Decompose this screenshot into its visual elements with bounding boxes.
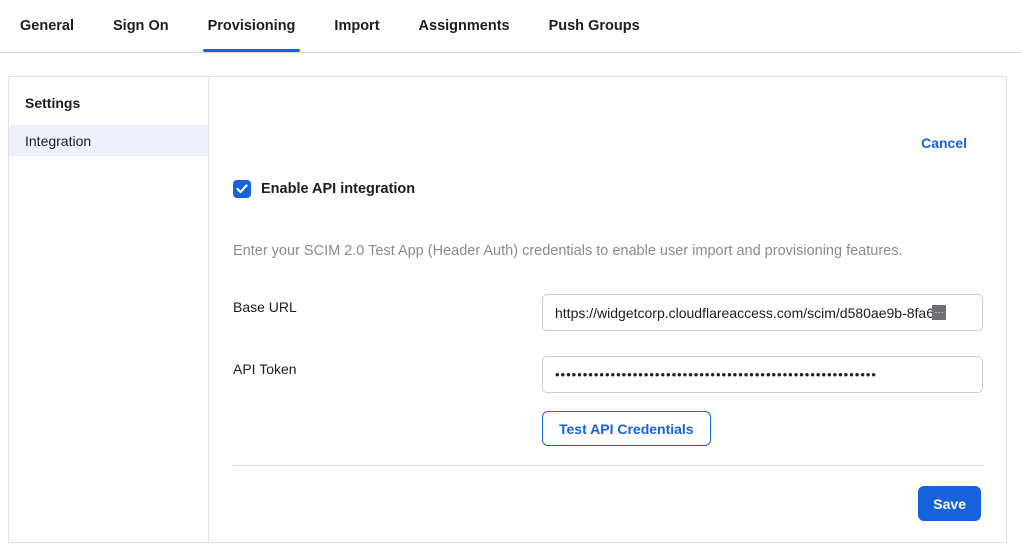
tab-push-groups[interactable]: Push Groups: [547, 1, 642, 52]
test-api-credentials-button[interactable]: Test API Credentials: [542, 411, 711, 446]
provisioning-panel: Settings Integration Cancel Enable API i…: [8, 76, 1007, 543]
sidebar-item-integration[interactable]: Integration: [9, 125, 208, 156]
tab-sign-on[interactable]: Sign On: [111, 1, 171, 52]
integration-form: Cancel Enable API integration Enter your…: [209, 77, 1006, 542]
save-button[interactable]: Save: [918, 486, 981, 521]
sidebar-header: Settings: [9, 87, 208, 125]
tab-provisioning[interactable]: Provisioning: [206, 1, 298, 52]
credentials-description: Enter your SCIM 2.0 Test App (Header Aut…: [233, 243, 982, 259]
text-overflow-marker: ⋯: [932, 305, 946, 320]
base-url-value: https://widgetcorp.cloudflareaccess.com/…: [555, 305, 934, 321]
footer-divider: [233, 465, 984, 466]
settings-sidebar: Settings Integration: [9, 77, 209, 542]
api-token-label: API Token: [233, 361, 297, 377]
base-url-label: Base URL: [233, 299, 297, 315]
enable-api-checkbox-label[interactable]: Enable API integration: [261, 181, 415, 197]
cancel-button[interactable]: Cancel: [921, 135, 967, 151]
enable-api-checkbox[interactable]: [233, 180, 251, 198]
enable-api-integration-row: Enable API integration: [233, 180, 415, 198]
base-url-input[interactable]: https://widgetcorp.cloudflareaccess.com/…: [542, 294, 983, 331]
app-tab-bar: General Sign On Provisioning Import Assi…: [0, 0, 1021, 53]
tab-general[interactable]: General: [18, 1, 76, 52]
app-provisioning-page: General Sign On Provisioning Import Assi…: [0, 0, 1021, 553]
api-token-input[interactable]: ••••••••••••••••••••••••••••••••••••••••…: [542, 356, 983, 393]
tab-assignments[interactable]: Assignments: [417, 1, 512, 52]
api-token-masked-value: ••••••••••••••••••••••••••••••••••••••••…: [555, 367, 877, 382]
tab-import[interactable]: Import: [332, 1, 381, 52]
checkmark-icon: [236, 184, 248, 194]
